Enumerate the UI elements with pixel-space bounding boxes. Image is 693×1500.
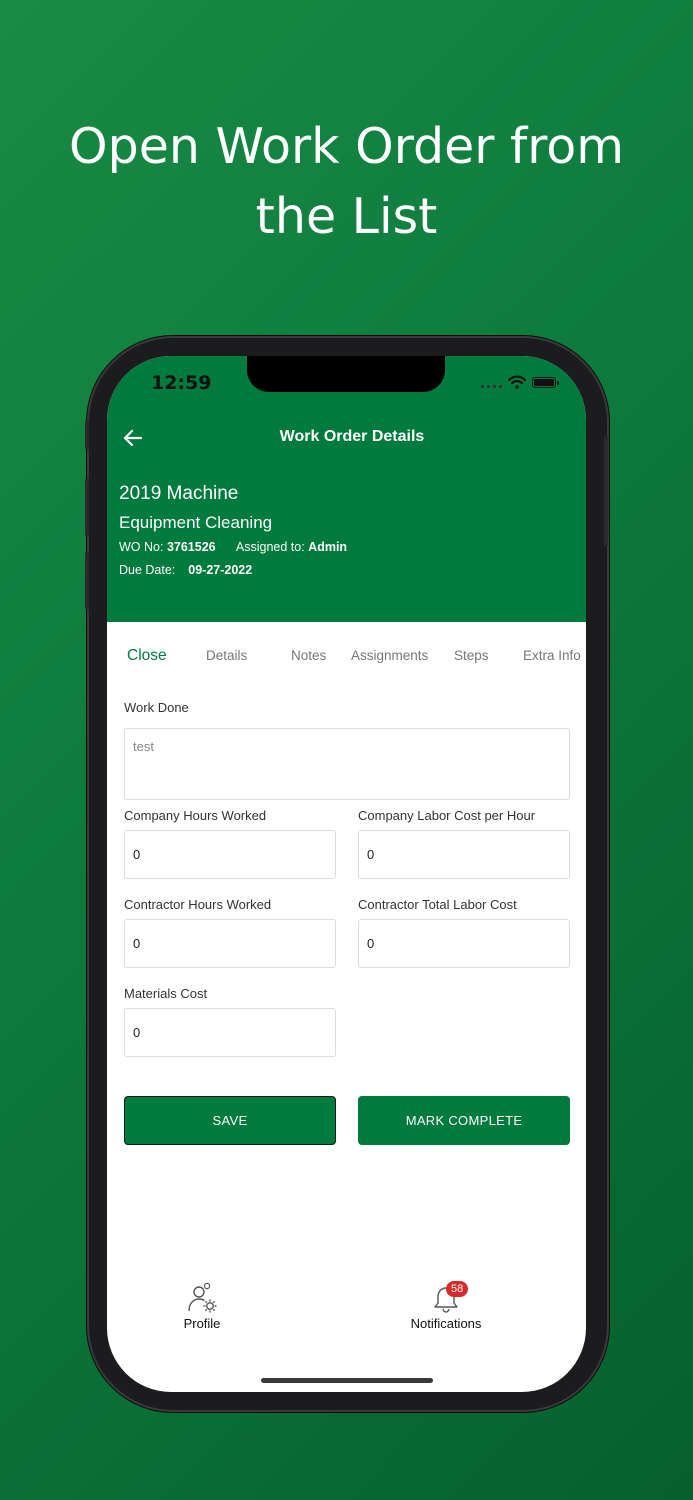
phone-volume-down: [85, 552, 89, 610]
company-labor-cost-label: Company Labor Cost per Hour: [358, 808, 536, 823]
tab-assignments[interactable]: Assignments: [351, 648, 428, 663]
signal-icon: [481, 376, 502, 388]
due-date-value: 09-27-2022: [188, 563, 253, 577]
wo-no-value: 3761526: [166, 540, 216, 554]
tab-notes[interactable]: Notes: [291, 648, 326, 663]
work-done-field[interactable]: test: [124, 728, 570, 800]
home-indicator: [261, 1378, 433, 1383]
nav-profile[interactable]: Profile: [167, 1282, 237, 1331]
tab-close[interactable]: Close: [127, 647, 167, 665]
nav-notifications-label: Notifications: [410, 1316, 482, 1331]
save-button[interactable]: SAVE: [124, 1096, 336, 1145]
assigned-label: Assigned to:: [235, 540, 305, 554]
tab-bar: Close Details Notes Assignments Steps Ex…: [107, 622, 586, 682]
status-time: 12:59: [151, 372, 212, 394]
tab-details[interactable]: Details: [206, 648, 247, 663]
company-labor-cost-field[interactable]: 0: [358, 830, 570, 879]
materials-cost-label: Materials Cost: [124, 986, 208, 1001]
promo-headline: Open Work Order from the List: [0, 112, 693, 252]
promo-headline-line-2: the List: [255, 188, 438, 245]
contractor-total-cost-label: Contractor Total Labor Cost: [358, 897, 517, 912]
battery-icon: [532, 376, 559, 388]
assigned-value: Admin: [308, 540, 348, 554]
phone-notch: [247, 356, 445, 392]
status-icons: [481, 375, 559, 389]
tab-extra-info[interactable]: Extra Info: [523, 648, 581, 663]
nav-profile-label: Profile: [183, 1316, 221, 1331]
company-hours-label: Company Hours Worked: [124, 808, 267, 823]
contractor-total-cost-field[interactable]: 0: [358, 919, 570, 968]
contractor-hours-label: Contractor Hours Worked: [124, 897, 272, 912]
work-order-subtitle: Equipment Cleaning: [119, 513, 273, 532]
notification-count-badge: 58: [446, 1281, 469, 1297]
phone-volume-up: [85, 478, 89, 536]
phone-screen: 12:59 Work Order Details 2019 Machine Eq…: [107, 356, 586, 1392]
wo-no-label: WO No:: [119, 540, 164, 554]
materials-cost-field[interactable]: 0: [124, 1008, 336, 1057]
work-order-meta: WO No: 3761526 Assigned to: Admin: [119, 540, 347, 554]
work-order-header: 12:59 Work Order Details 2019 Machine Eq…: [107, 356, 586, 622]
promo-headline-line-1: Open Work Order from: [69, 118, 624, 175]
phone-side-button: [604, 436, 608, 546]
nav-notifications[interactable]: Notifications 58: [396, 1281, 496, 1331]
wifi-icon: [508, 375, 526, 389]
page-title: Work Order Details: [279, 428, 425, 445]
profile-gear-icon: [188, 1282, 217, 1313]
company-hours-field[interactable]: 0: [124, 830, 336, 879]
work-done-label: Work Done: [124, 700, 189, 715]
mark-complete-button[interactable]: MARK COMPLETE: [358, 1096, 570, 1145]
contractor-hours-field[interactable]: 0: [124, 919, 336, 968]
due-date-label: Due Date:: [119, 563, 176, 577]
tab-steps[interactable]: Steps: [454, 648, 489, 663]
phone-mute-switch: [85, 420, 89, 450]
work-order-due: Due Date: 09-27-2022: [119, 563, 252, 577]
work-order-title: 2019 Machine: [119, 483, 239, 504]
